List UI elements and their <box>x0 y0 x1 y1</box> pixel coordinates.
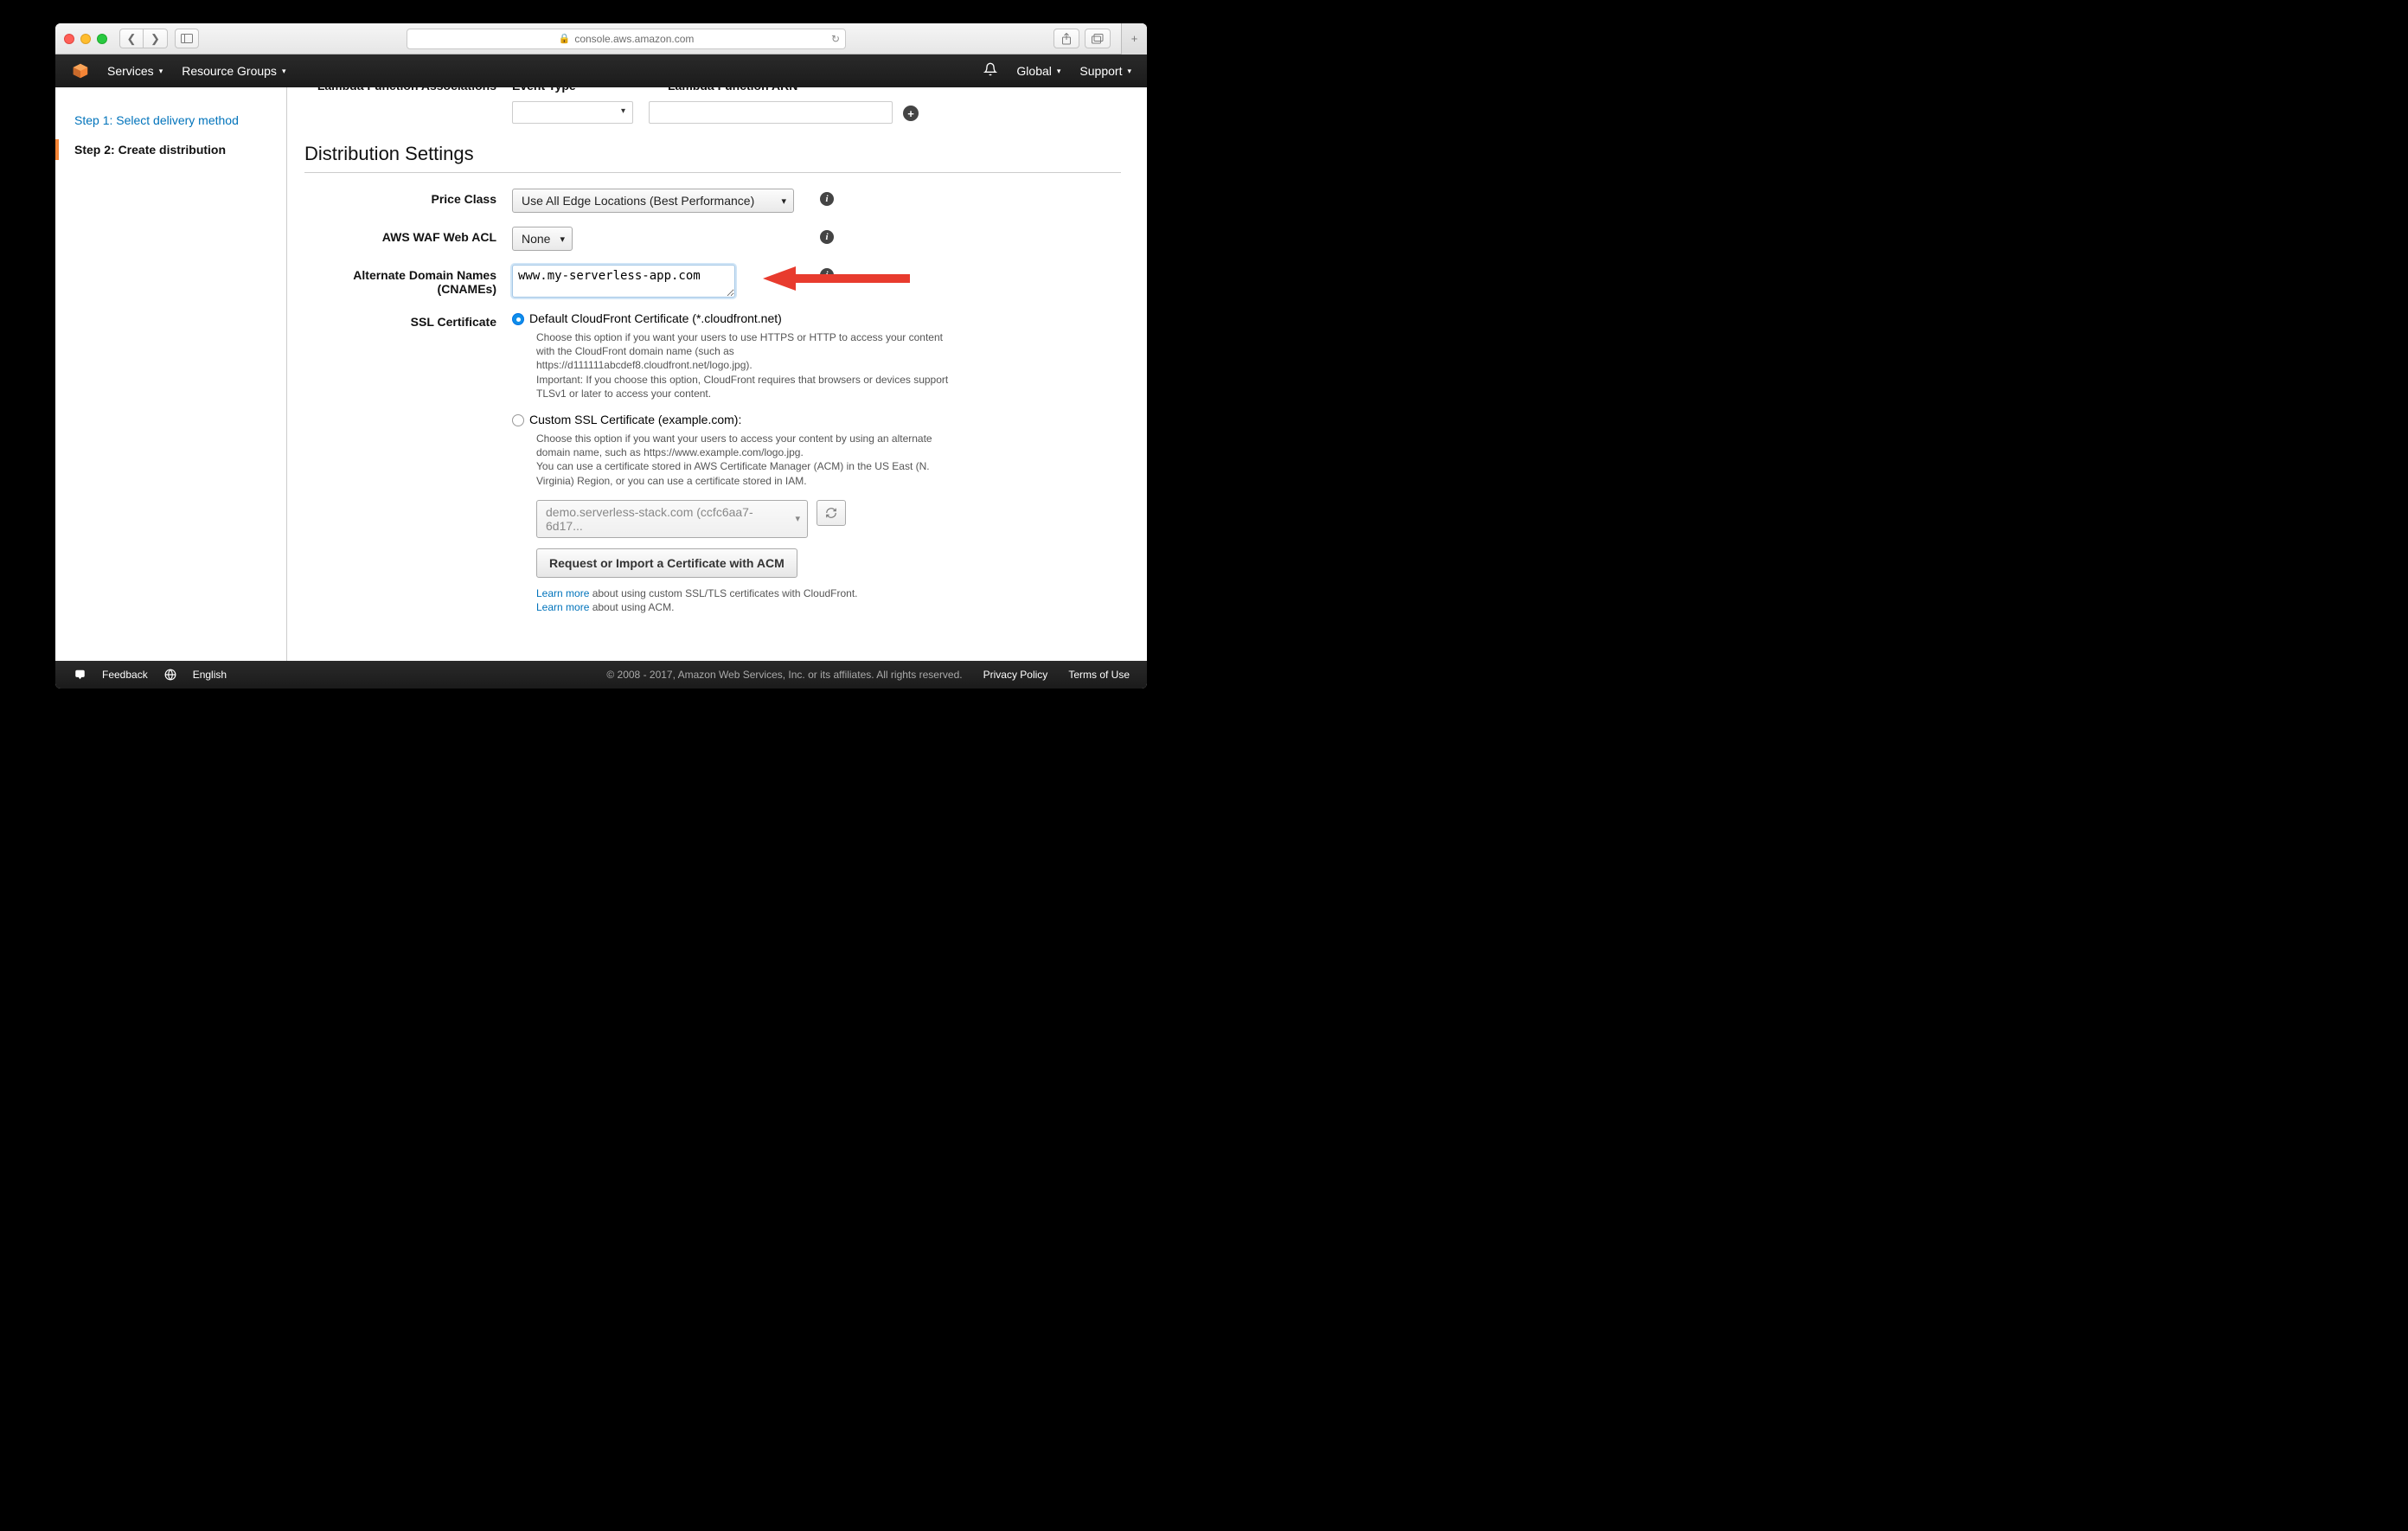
ssl-default-option[interactable]: Default CloudFront Certificate (*.cloudf… <box>512 311 962 325</box>
request-acm-button[interactable]: Request or Import a Certificate with ACM <box>536 548 797 578</box>
aws-body: Step 1: Select delivery method Step 2: C… <box>55 87 1147 661</box>
chevron-down-icon: ▾ <box>795 513 800 524</box>
resource-groups-label: Resource Groups <box>182 64 277 78</box>
assoc-label: Lambda Function Associations <box>317 87 496 93</box>
terms-of-use-link[interactable]: Terms of Use <box>1068 669 1130 681</box>
support-label: Support <box>1079 64 1122 78</box>
notifications-icon[interactable] <box>983 62 997 80</box>
aws-logo[interactable] <box>71 61 90 80</box>
back-button[interactable]: ❮ <box>119 29 144 48</box>
chevron-down-icon: ▾ <box>159 67 163 76</box>
feedback-icon <box>73 668 86 682</box>
privacy-policy-link[interactable]: Privacy Policy <box>983 669 1048 681</box>
acm-cert-value: demo.serverless-stack.com (ccfc6aa7-6d17… <box>546 505 786 533</box>
ssl-default-help: Choose this option if you want your user… <box>536 330 951 400</box>
region-label: Global <box>1016 64 1051 78</box>
close-window-icon[interactable] <box>64 34 74 44</box>
minimize-window-icon[interactable] <box>80 34 91 44</box>
ssl-custom-help: Choose this option if you want your user… <box>536 432 951 488</box>
browser-window: ❮ ❯ 🔒 console.aws.amazon.com ↻ + Service… <box>55 23 1147 689</box>
lambda-arn-input[interactable] <box>649 101 893 124</box>
url-host: console.aws.amazon.com <box>574 33 694 45</box>
cnames-textarea[interactable] <box>512 265 735 298</box>
ssl-label: SSL Certificate <box>304 311 512 615</box>
waf-value: None <box>522 232 550 246</box>
window-controls <box>64 34 107 44</box>
price-class-value: Use All Edge Locations (Best Performance… <box>522 194 754 208</box>
chevron-down-icon: ▾ <box>560 234 565 245</box>
url-bar[interactable]: 🔒 console.aws.amazon.com ↻ <box>407 29 846 49</box>
forward-button[interactable]: ❯ <box>144 29 168 48</box>
wizard-sidebar: Step 1: Select delivery method Step 2: C… <box>55 87 287 661</box>
reload-icon[interactable]: ↻ <box>831 33 840 45</box>
add-association-button[interactable]: + <box>903 106 919 121</box>
ssl-custom-option[interactable]: Custom SSL Certificate (example.com): <box>512 413 962 426</box>
zoom-window-icon[interactable] <box>97 34 107 44</box>
acm-cert-select[interactable]: demo.serverless-stack.com (ccfc6aa7-6d17… <box>536 500 808 538</box>
chevron-down-icon: ▾ <box>1127 67 1131 76</box>
region-menu[interactable]: Global ▾ <box>1016 64 1060 78</box>
arn-label: Lambda Function ARN <box>668 87 797 93</box>
acm-cert-row: demo.serverless-stack.com (ccfc6aa7-6d17… <box>536 500 962 538</box>
cnames-label-l1: Alternate Domain Names <box>304 268 496 282</box>
aws-header: Services ▾ Resource Groups ▾ Global ▾ Su… <box>55 54 1147 87</box>
learn-more-link[interactable]: Learn more <box>536 587 589 599</box>
event-type-label: Event Type <box>512 87 576 93</box>
services-menu[interactable]: Services ▾ <box>107 64 163 78</box>
chevron-down-icon: ▾ <box>621 106 625 116</box>
chevron-down-icon: ▾ <box>1057 67 1061 76</box>
row-cnames: Alternate Domain Names (CNAMEs) i <box>304 265 1121 298</box>
header-right: Global ▾ Support ▾ <box>983 62 1131 80</box>
aws-footer: Feedback English © 2008 - 2017, Amazon W… <box>55 661 1147 689</box>
language-link[interactable]: English <box>193 669 227 681</box>
toolbar-right <box>1054 29 1111 48</box>
row-price-class: Price Class Use All Edge Locations (Best… <box>304 189 1121 213</box>
main-panel: Lambda Function Associations Event Type … <box>287 87 1147 661</box>
waf-label: AWS WAF Web ACL <box>304 227 512 251</box>
learn-text: about using ACM. <box>589 601 674 613</box>
radio-selected-icon <box>512 313 524 325</box>
ssl-default-label: Default CloudFront Certificate (*.cloudf… <box>529 311 782 325</box>
support-menu[interactable]: Support ▾ <box>1079 64 1131 78</box>
lock-icon: 🔒 <box>559 33 571 44</box>
info-icon[interactable]: i <box>820 230 834 244</box>
new-tab-button[interactable]: + <box>1121 23 1147 54</box>
wizard-step-2: Step 2: Create distribution <box>55 139 286 160</box>
ssl-learn-more: Learn more about using custom SSL/TLS ce… <box>536 586 962 616</box>
share-button[interactable] <box>1054 29 1079 48</box>
wizard-step-1[interactable]: Step 1: Select delivery method <box>55 110 286 131</box>
copyright-text: © 2008 - 2017, Amazon Web Services, Inc.… <box>606 669 962 681</box>
globe-icon <box>163 668 177 682</box>
services-label: Services <box>107 64 154 78</box>
refresh-certs-button[interactable] <box>817 500 846 526</box>
price-class-label: Price Class <box>304 189 512 213</box>
chevron-down-icon: ▾ <box>781 195 786 207</box>
chevron-down-icon: ▾ <box>282 67 286 76</box>
resource-groups-menu[interactable]: Resource Groups ▾ <box>182 64 285 78</box>
learn-more-link[interactable]: Learn more <box>536 601 589 613</box>
event-type-select[interactable]: ▾ <box>512 101 633 124</box>
feedback-link[interactable]: Feedback <box>102 669 148 681</box>
cnames-label-l2: (CNAMEs) <box>304 282 496 296</box>
sidebar-toggle-button[interactable] <box>175 29 199 48</box>
tabs-button[interactable] <box>1085 29 1111 48</box>
section-title: Distribution Settings <box>304 127 1121 173</box>
ssl-custom-label: Custom SSL Certificate (example.com): <box>529 413 741 426</box>
radio-unselected-icon <box>512 414 524 426</box>
price-class-select[interactable]: Use All Edge Locations (Best Performance… <box>512 189 794 213</box>
waf-select[interactable]: None ▾ <box>512 227 573 251</box>
safari-toolbar: ❮ ❯ 🔒 console.aws.amazon.com ↻ + <box>55 23 1147 54</box>
cnames-label: Alternate Domain Names (CNAMEs) <box>304 265 512 298</box>
row-waf: AWS WAF Web ACL None ▾ i <box>304 227 1121 251</box>
row-ssl: SSL Certificate Default CloudFront Certi… <box>304 311 1121 615</box>
learn-text: about using custom SSL/TLS certificates … <box>589 587 857 599</box>
info-icon[interactable]: i <box>820 192 834 206</box>
info-icon[interactable]: i <box>820 268 834 282</box>
nav-back-forward: ❮ ❯ <box>119 29 168 48</box>
